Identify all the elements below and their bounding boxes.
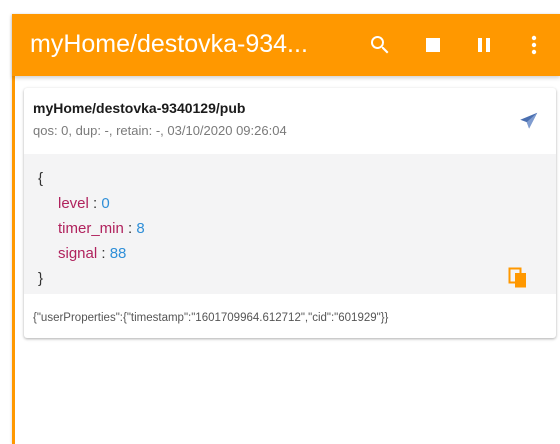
open-brace: { bbox=[38, 170, 44, 187]
copy-icon[interactable] bbox=[508, 267, 528, 289]
field-key: level bbox=[58, 195, 89, 212]
payload-field: timer_min : 8 bbox=[38, 216, 145, 241]
field-value: 88 bbox=[109, 245, 127, 262]
search-icon[interactable] bbox=[368, 33, 392, 57]
payload-field: signal : 88 bbox=[38, 241, 145, 266]
page-title: myHome/destovka-934... bbox=[30, 30, 308, 58]
payload-viewer: { level : 0 timer_min : 8 signal : 88 } bbox=[24, 154, 556, 294]
stop-icon[interactable] bbox=[421, 33, 445, 57]
field-separator: : bbox=[88, 195, 102, 212]
field-value: 8 bbox=[136, 220, 145, 237]
field-key: signal bbox=[58, 245, 98, 262]
pause-icon[interactable] bbox=[472, 33, 496, 57]
send-icon[interactable] bbox=[518, 110, 540, 132]
message-card[interactable]: myHome/destovka-9340129/pub qos: 0, dup:… bbox=[24, 88, 556, 338]
field-separator: : bbox=[123, 220, 137, 237]
app-toolbar: myHome/destovka-934... bbox=[12, 14, 560, 76]
field-separator: : bbox=[97, 245, 110, 262]
close-brace: } bbox=[38, 270, 44, 287]
field-key: timer_min bbox=[58, 220, 124, 237]
field-value: 0 bbox=[101, 195, 110, 212]
message-meta: qos: 0, dup: -, retain: -, 03/10/2020 09… bbox=[33, 123, 287, 138]
message-topic: myHome/destovka-9340129/pub bbox=[33, 100, 246, 116]
payload-code: { level : 0 timer_min : 8 signal : 88 } bbox=[38, 166, 145, 291]
user-properties: {"userProperties":{"timestamp":"16017099… bbox=[33, 312, 389, 324]
more-vert-icon[interactable] bbox=[522, 33, 546, 57]
payload-field: level : 0 bbox=[38, 191, 145, 216]
